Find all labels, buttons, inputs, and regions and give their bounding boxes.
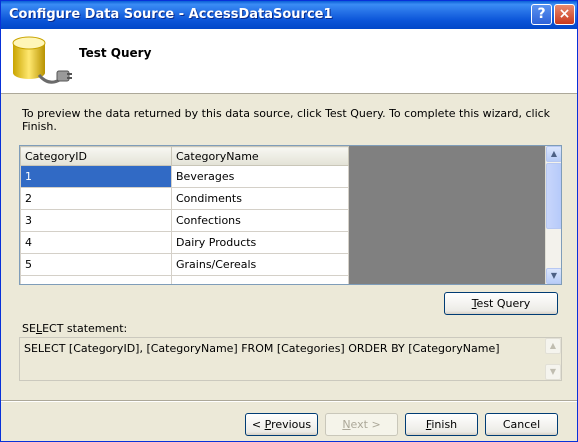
scroll-thumb[interactable] xyxy=(546,163,561,229)
wizard-header: Test Query xyxy=(1,29,577,94)
cell-name[interactable]: Grains/Cereals xyxy=(171,253,349,276)
table-row[interactable]: 4 Dairy Products xyxy=(20,231,349,254)
table-row[interactable]: 1 Beverages xyxy=(20,165,349,188)
select-statement-box[interactable]: SELECT [CategoryID], [CategoryName] FROM… xyxy=(19,337,562,381)
close-button[interactable]: × xyxy=(554,4,575,25)
cell-id[interactable]: 5 xyxy=(20,253,172,276)
cell-name[interactable]: Dairy Products xyxy=(171,231,349,254)
cell-name[interactable]: Confections xyxy=(171,209,349,232)
select-statement-label: SELECT statement: xyxy=(22,322,128,335)
database-plug-icon xyxy=(12,36,72,84)
cell-id[interactable]: 3 xyxy=(20,209,172,232)
header-row: CategoryID CategoryName xyxy=(20,146,349,166)
arrow-down-icon: ▼ xyxy=(545,364,561,380)
cell-id[interactable]: 1 xyxy=(20,165,172,188)
window-title: Configure Data Source - AccessDataSource… xyxy=(9,7,333,22)
cell-id[interactable]: 2 xyxy=(20,187,172,210)
cancel-button[interactable]: Cancel xyxy=(485,413,558,436)
cell-name[interactable] xyxy=(171,275,349,284)
next-button[interactable]: Next > xyxy=(325,413,398,436)
grid-vertical-scrollbar[interactable]: ▲ ▼ xyxy=(545,146,561,284)
instructions-text: To preview the data returned by this dat… xyxy=(22,107,551,133)
table-row[interactable]: 3 Confections xyxy=(20,209,349,232)
results-grid[interactable]: CategoryID CategoryName 1 Beverages 2 Co… xyxy=(19,145,562,285)
cell-name[interactable]: Beverages xyxy=(171,165,349,188)
column-header-categoryid[interactable]: CategoryID xyxy=(20,146,172,166)
test-query-button[interactable]: Test Query xyxy=(444,292,558,315)
dialog-window: Configure Data Source - AccessDataSource… xyxy=(0,0,578,442)
column-header-categoryname[interactable]: CategoryName xyxy=(171,146,349,166)
title-bar[interactable]: Configure Data Source - AccessDataSource… xyxy=(1,1,577,29)
arrow-up-icon: ▲ xyxy=(545,338,561,354)
table-row[interactable]: 5 Grains/Cereals xyxy=(20,253,349,276)
footer-separator xyxy=(1,400,577,402)
table-row-partial[interactable] xyxy=(20,275,349,284)
arrow-down-icon[interactable]: ▼ xyxy=(546,268,561,284)
arrow-up-icon[interactable]: ▲ xyxy=(546,146,561,162)
sql-text[interactable]: SELECT [CategoryID], [CategoryName] FROM… xyxy=(24,342,500,355)
help-button[interactable]: ? xyxy=(531,4,552,25)
cell-id[interactable] xyxy=(20,275,172,284)
results-table: CategoryID CategoryName 1 Beverages 2 Co… xyxy=(20,146,349,284)
cell-name[interactable]: Condiments xyxy=(171,187,349,210)
finish-button[interactable]: Finish xyxy=(405,413,478,436)
previous-button[interactable]: < Previous xyxy=(245,413,318,436)
grid-empty-area: CategoryID CategoryName 1 Beverages 2 Co… xyxy=(20,146,545,284)
table-row[interactable]: 2 Condiments xyxy=(20,187,349,210)
cell-id[interactable]: 4 xyxy=(20,231,172,254)
page-title: Test Query xyxy=(79,46,152,60)
sql-scrollbar: ▲ ▼ xyxy=(545,338,561,380)
